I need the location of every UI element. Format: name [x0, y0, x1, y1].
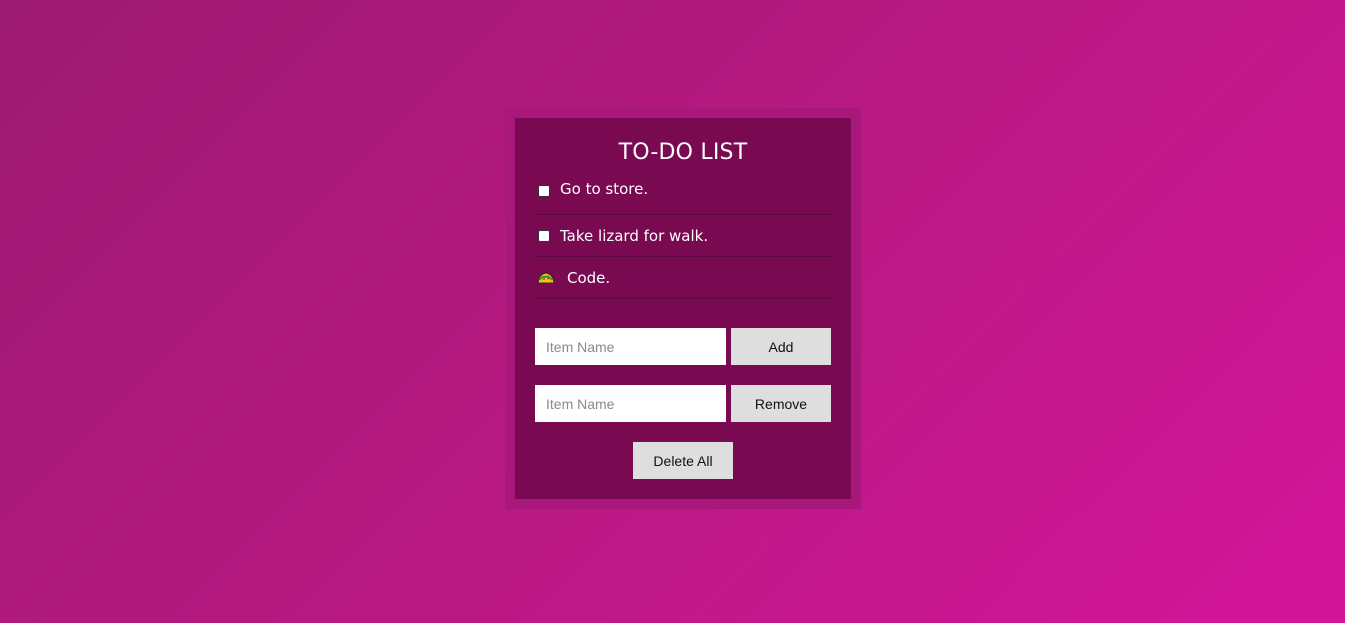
delete-all-button[interactable]: Delete All: [633, 442, 733, 479]
taco-icon[interactable]: [537, 271, 555, 285]
list-item: Go to store.: [535, 180, 831, 215]
remove-button[interactable]: Remove: [731, 385, 831, 422]
todo-item-label: Code.: [567, 268, 611, 287]
add-item-row: Add: [535, 328, 831, 365]
todo-checkbox[interactable]: [538, 229, 550, 242]
todo-item-label: Take lizard for walk.: [560, 226, 709, 245]
list-item: Code.: [535, 257, 831, 299]
page-title: TO-DO LIST: [618, 140, 748, 165]
todo-item-label: Go to store.: [560, 180, 649, 198]
page-background: { "app": { "title": "TO-DO LIST" }, "tod…: [0, 0, 1345, 623]
remove-item-input[interactable]: [535, 385, 726, 422]
todo-list: Go to store. Take lizard for walk. Code.: [535, 180, 831, 299]
add-item-input[interactable]: [535, 328, 726, 365]
todo-card: TO-DO LIST Go to store. Take lizard for …: [515, 118, 851, 499]
todo-frame: TO-DO LIST Go to store. Take lizard for …: [505, 108, 861, 509]
remove-item-row: Remove: [535, 385, 831, 422]
todo-checkbox[interactable]: [538, 185, 550, 197]
add-button[interactable]: Add: [731, 328, 831, 365]
list-item: Take lizard for walk.: [535, 215, 831, 257]
